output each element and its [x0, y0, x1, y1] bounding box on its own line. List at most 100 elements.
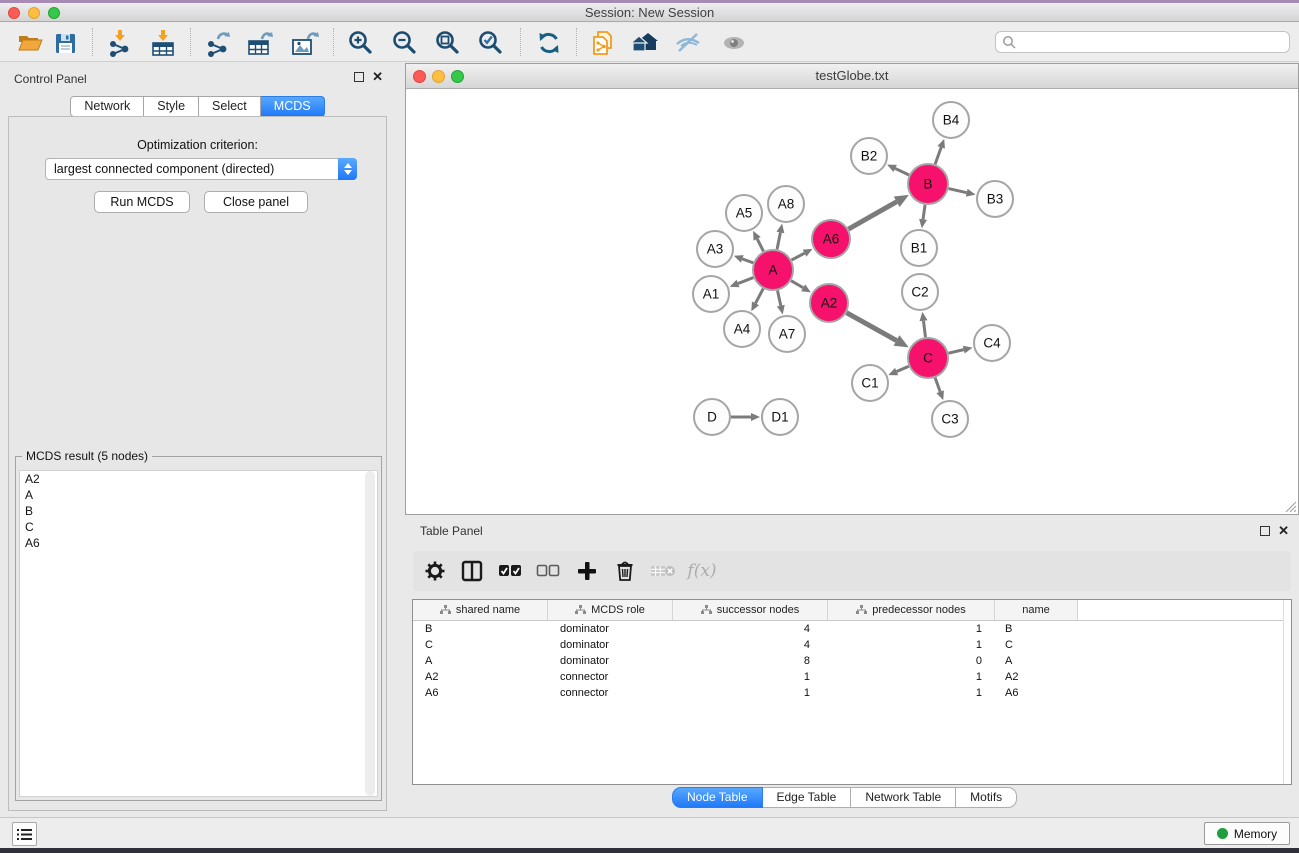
- table-row[interactable]: A2connector11A2: [413, 669, 1291, 685]
- open-file-button[interactable]: [12, 26, 48, 59]
- graph-edge[interactable]: [897, 366, 909, 371]
- memory-status-icon: [1217, 828, 1228, 839]
- graph-edge[interactable]: [948, 350, 963, 354]
- column-header-predecessor-nodes[interactable]: predecessor nodes: [828, 600, 995, 620]
- graph-canvas[interactable]: B4B2BB3A8A5A6B1A3AC2A1A2A4A7C4CC1DD1C3: [406, 89, 1298, 514]
- zoom-fit-button[interactable]: [430, 26, 466, 59]
- column-header-shared-name[interactable]: shared name: [413, 600, 548, 620]
- mcds-result-item[interactable]: A6: [20, 535, 377, 551]
- table-settings-button[interactable]: [419, 557, 451, 585]
- tab-node-table[interactable]: Node Table: [672, 787, 763, 808]
- graph-edge[interactable]: [755, 289, 763, 304]
- tab-network-table[interactable]: Network Table: [851, 787, 956, 808]
- tab-select[interactable]: Select: [199, 96, 261, 117]
- select-all-rows-button[interactable]: [494, 557, 526, 585]
- table-scrollbar[interactable]: [1283, 600, 1291, 784]
- graph-node-label: A: [768, 263, 777, 278]
- graph-edge[interactable]: [848, 202, 896, 229]
- export-image-button[interactable]: [287, 26, 323, 59]
- zoom-selected-button[interactable]: [473, 26, 509, 59]
- mcds-tab-content: Optimization criterion: largest connecte…: [8, 116, 387, 811]
- graph-edge[interactable]: [792, 253, 805, 260]
- import-table-button[interactable]: [145, 26, 181, 59]
- split-columns-button[interactable]: [456, 557, 488, 585]
- float-table-panel-icon[interactable]: [1260, 526, 1270, 536]
- search-input[interactable]: [995, 31, 1290, 53]
- graph-edge[interactable]: [738, 278, 753, 284]
- task-history-button[interactable]: [12, 822, 37, 846]
- graph-edge[interactable]: [777, 232, 780, 249]
- home-button[interactable]: [629, 26, 665, 59]
- table-cell: A2: [995, 669, 1078, 685]
- show-details-button[interactable]: [716, 26, 752, 59]
- close-table-panel-icon[interactable]: ✕: [1278, 526, 1289, 536]
- column-header-name[interactable]: name: [995, 600, 1078, 620]
- desktop-bottom-strip: [0, 848, 1299, 853]
- close-panel-icon[interactable]: ✕: [372, 72, 383, 82]
- mcds-result-item[interactable]: C: [20, 519, 377, 535]
- zoom-in-button[interactable]: [343, 26, 379, 59]
- graph-node-label: B2: [861, 149, 878, 164]
- save-session-button[interactable]: [47, 26, 83, 59]
- float-panel-icon[interactable]: [354, 72, 364, 82]
- graph-edge[interactable]: [935, 378, 940, 392]
- table-row[interactable]: Adominator80A: [413, 653, 1291, 669]
- apply-function-button[interactable]: f(x): [686, 557, 718, 585]
- table-row[interactable]: A6connector11A6: [413, 685, 1291, 701]
- table-cell: 1: [673, 685, 828, 701]
- column-header-mcds-role[interactable]: MCDS role: [548, 600, 673, 620]
- tab-motifs[interactable]: Motifs: [956, 787, 1017, 808]
- export-table-button[interactable]: [242, 26, 278, 59]
- graph-edge[interactable]: [923, 321, 925, 337]
- window-title: Session: New Session: [0, 5, 1299, 20]
- run-mcds-button[interactable]: Run MCDS: [94, 191, 190, 213]
- network-window-titlebar: testGlobe.txt: [406, 64, 1298, 89]
- hide-details-button[interactable]: [670, 26, 706, 59]
- graph-edge-arrow: [734, 255, 744, 263]
- table-cell: A: [413, 653, 548, 669]
- deselect-all-rows-button[interactable]: [532, 557, 564, 585]
- import-network-button[interactable]: [102, 26, 138, 59]
- export-network-button[interactable]: [200, 26, 236, 59]
- zoom-out-button[interactable]: [387, 26, 423, 59]
- mcds-result-item[interactable]: A2: [20, 471, 377, 487]
- graph-edge[interactable]: [923, 205, 925, 219]
- graph-node-label: C2: [911, 285, 928, 300]
- tab-style[interactable]: Style: [144, 96, 199, 117]
- graph-edge[interactable]: [846, 313, 896, 341]
- tab-edge-table[interactable]: Edge Table: [763, 787, 852, 808]
- table-row[interactable]: Cdominator41C: [413, 637, 1291, 653]
- import-network-icon: [106, 29, 134, 57]
- add-row-button[interactable]: [571, 557, 603, 585]
- window-resize-grip[interactable]: [1283, 499, 1297, 513]
- dropdown-stepper[interactable]: [338, 158, 357, 180]
- show-details-eye-icon: [719, 31, 749, 55]
- graph-edge[interactable]: [935, 147, 941, 164]
- zoom-selected-icon: [477, 29, 505, 57]
- close-panel-button[interactable]: Close panel: [204, 191, 308, 213]
- optimization-criterion-dropdown[interactable]: largest connected component (directed): [45, 158, 357, 180]
- graph-edge[interactable]: [777, 291, 780, 306]
- column-header-successor-nodes[interactable]: successor nodes: [673, 600, 828, 620]
- delete-table-button[interactable]: [647, 557, 679, 585]
- control-panel-title: Control Panel: [14, 72, 87, 86]
- graph-node-label: B3: [987, 192, 1004, 207]
- mcds-list-scrollbar[interactable]: [365, 471, 375, 796]
- table-row[interactable]: Bdominator41B: [413, 621, 1291, 637]
- clone-network-button[interactable]: [585, 26, 621, 59]
- graph-edge[interactable]: [791, 281, 803, 288]
- graph-edge[interactable]: [757, 239, 763, 251]
- graph-edge[interactable]: [742, 259, 753, 263]
- graph-edge[interactable]: [948, 189, 966, 193]
- mcds-result-item[interactable]: B: [20, 503, 377, 519]
- table-cell: dominator: [548, 637, 673, 653]
- refresh-view-button[interactable]: [531, 26, 567, 59]
- tab-network[interactable]: Network: [70, 96, 144, 117]
- graph-edge[interactable]: [895, 168, 909, 175]
- attribute-icon: [440, 605, 451, 615]
- mcds-result-item[interactable]: A: [20, 487, 377, 503]
- memory-button[interactable]: Memory: [1204, 822, 1290, 845]
- toolbar-separator: [190, 28, 191, 56]
- delete-row-button[interactable]: [609, 557, 641, 585]
- tab-mcds[interactable]: MCDS: [261, 96, 325, 117]
